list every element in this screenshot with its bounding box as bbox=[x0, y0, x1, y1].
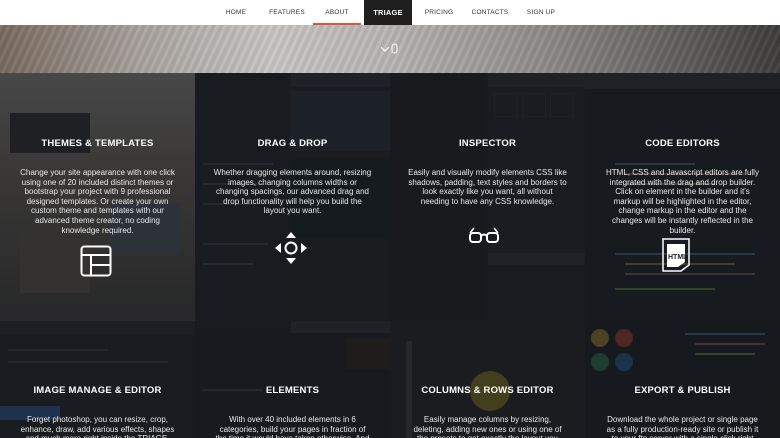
feature-title: COLUMNS & ROWS EDITOR bbox=[421, 385, 554, 396]
top-nav: HOME FEATURES ABOUT TRIAGE PRICING CONTA… bbox=[0, 0, 780, 25]
feature-title: ELEMENTS bbox=[265, 385, 320, 396]
nav-features[interactable]: FEATURES bbox=[266, 0, 308, 25]
feature-title: CODE EDITORS bbox=[645, 138, 720, 149]
nav-signup[interactable]: SIGN UP bbox=[522, 0, 560, 25]
feature-text: Change your site appearance with one cli… bbox=[20, 168, 175, 235]
feature-title: EXPORT & PUBLISH bbox=[634, 385, 731, 396]
feature-text: Easily and visually modify elements CSS … bbox=[408, 168, 567, 206]
feature-tile-themes[interactable]: THEMES & TEMPLATES Change your site appe… bbox=[0, 73, 195, 321]
feature-text: Whether dragging elements around, resizi… bbox=[213, 168, 372, 216]
nav-active-indicator bbox=[313, 23, 361, 25]
feature-tile-export[interactable]: EXPORT & PUBLISH Download the whole proj… bbox=[585, 321, 780, 438]
layout-icon bbox=[80, 245, 112, 277]
feature-tile-dragdrop[interactable]: DRAG & DROP Whether dragging elements ar… bbox=[195, 73, 390, 321]
feature-text: HTML, CSS and Javascript editors are ful… bbox=[606, 168, 759, 235]
feature-text: Download the whole project or single pag… bbox=[606, 415, 759, 438]
feature-text: Easily manage columns by resizing, delet… bbox=[413, 415, 562, 438]
hero-banner bbox=[0, 25, 780, 73]
nav-about[interactable]: ABOUT bbox=[317, 0, 357, 25]
feature-title: DRAG & DROP bbox=[257, 138, 328, 149]
feature-text: Forget photoshop, you can resize, crop, … bbox=[20, 415, 175, 438]
feature-tile-code[interactable]: CODE EDITORS HTML, CSS and Javascript ed… bbox=[585, 73, 780, 321]
chevron-down-icon[interactable] bbox=[380, 42, 400, 56]
feature-tile-elements[interactable]: ELEMENTS With over 40 included elements … bbox=[195, 321, 390, 438]
move-arrows-icon bbox=[275, 232, 307, 264]
html5-icon: HTML bbox=[662, 238, 690, 272]
feature-title: INSPECTOR bbox=[458, 138, 517, 149]
nav-home[interactable]: HOME bbox=[218, 0, 254, 25]
feature-tile-inspector[interactable]: INSPECTOR Easily and visually modify ele… bbox=[390, 73, 585, 321]
feature-title: IMAGE MANAGE & EDITOR bbox=[33, 385, 162, 396]
glasses-icon bbox=[469, 227, 499, 243]
nav-contacts[interactable]: CONTACTS bbox=[470, 0, 510, 25]
nav-triage[interactable]: TRIAGE bbox=[364, 0, 412, 25]
feature-tile-image[interactable]: IMAGE MANAGE & EDITOR Forget photoshop, … bbox=[0, 321, 195, 438]
svg-text:HTML: HTML bbox=[668, 254, 688, 261]
feature-grid: THEMES & TEMPLATES Change your site appe… bbox=[0, 73, 780, 438]
feature-text: With over 40 included elements in 6 cate… bbox=[216, 415, 370, 438]
feature-title: THEMES & TEMPLATES bbox=[41, 138, 154, 149]
feature-tile-columns[interactable]: COLUMNS & ROWS EDITOR Easily manage colu… bbox=[390, 321, 585, 438]
nav-pricing[interactable]: PRICING bbox=[420, 0, 458, 25]
